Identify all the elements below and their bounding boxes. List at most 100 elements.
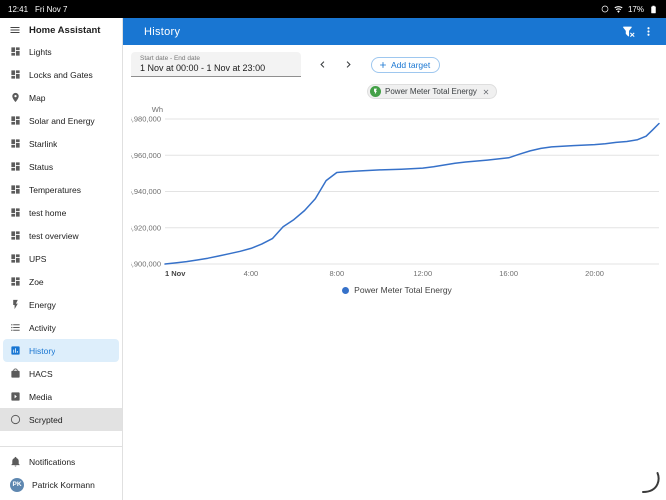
dashboard-icon <box>10 46 21 57</box>
flash-icon <box>10 299 21 310</box>
dashboard-icon <box>10 138 21 149</box>
svg-text:6,940,000: 6,940,000 <box>131 187 161 196</box>
svg-text:20:00: 20:00 <box>585 269 604 278</box>
sidebar-item-label: Solar and Energy <box>29 115 95 126</box>
avatar: PK <box>10 477 24 492</box>
sidebar-item-ups[interactable]: UPS <box>0 247 122 270</box>
sidebar-item-locks-and-gates[interactable]: Locks and Gates <box>0 63 122 86</box>
svg-text:4:00: 4:00 <box>244 269 259 278</box>
battery-icon <box>649 5 658 14</box>
sidebar-item-temperatures[interactable]: Temperatures <box>0 178 122 201</box>
ring-icon <box>10 414 21 425</box>
dashboard-icon <box>10 184 21 195</box>
filter-remove-icon[interactable] <box>618 22 638 42</box>
sidebar-item-activity[interactable]: Activity <box>0 316 122 339</box>
battery-percent: 17% <box>627 4 644 14</box>
sidebar-item-label: Notifications <box>29 456 76 467</box>
sidebar-item-test-overview[interactable]: test overview <box>0 224 122 247</box>
sidebar-footer: Notifications PK Patrick Kormann <box>0 446 122 500</box>
svg-text:16:00: 16:00 <box>499 269 518 278</box>
legend-label: Power Meter Total Energy <box>354 285 452 295</box>
chart-legend[interactable]: Power Meter Total Energy <box>131 285 663 295</box>
clock: 12:41 <box>8 4 29 14</box>
entity-chip[interactable]: Power Meter Total Energy <box>367 84 497 99</box>
sidebar-item-label: Activity <box>29 322 56 333</box>
sidebar-item-label: test overview <box>29 230 79 241</box>
sidebar-item-test-home[interactable]: test home <box>0 201 122 224</box>
chart-wrap: 6,900,000 6,920,000 6,940,000 6,960,000 6,98… <box>131 104 663 295</box>
sidebar-item-energy[interactable]: Energy <box>0 293 122 316</box>
sidebar-item-status[interactable]: Status <box>0 155 122 178</box>
data-saver-icon <box>601 5 609 13</box>
date-range-value: 1 Nov at 00:00 - 1 Nov at 23:00 <box>140 63 266 73</box>
flash-icon <box>370 86 381 97</box>
date-range-picker[interactable]: Start date - End date 1 Nov at 00:00 - 1… <box>131 52 301 77</box>
bell-icon <box>10 456 21 467</box>
chevron-right-icon[interactable] <box>341 58 355 72</box>
map-marker-icon <box>10 92 21 103</box>
sidebar-item-label: History <box>29 345 56 356</box>
bag-icon <box>10 368 21 379</box>
sidebar-item-label: Map <box>29 92 46 103</box>
list-icon <box>10 322 21 333</box>
sidebar-item-label: Scrypted <box>29 414 63 425</box>
dashboard-icon <box>10 253 21 264</box>
entity-chip-row: Power Meter Total Energy <box>367 82 666 100</box>
svg-text:8:00: 8:00 <box>330 269 345 278</box>
history-content: Start date - End date 1 Nov at 00:00 - 1… <box>123 45 666 500</box>
sidebar: Home Assistant Lights Locks and Gates Map S… <box>0 18 123 500</box>
sidebar-item-map[interactable]: Map <box>0 86 122 109</box>
svg-text:6,960,000: 6,960,000 <box>131 151 161 160</box>
dashboard-icon <box>10 69 21 80</box>
svg-text:1 Nov: 1 Nov <box>165 269 186 278</box>
dashboard-icon <box>10 115 21 126</box>
history-chart[interactable]: 6,900,000 6,920,000 6,940,000 6,960,000 6,98… <box>131 104 663 284</box>
chevron-left-icon[interactable] <box>315 58 329 72</box>
sidebar-item-history[interactable]: History <box>3 339 119 362</box>
svg-text:6,900,000: 6,900,000 <box>131 260 161 269</box>
date-nav <box>315 58 355 72</box>
controls-row: Start date - End date 1 Nov at 00:00 - 1… <box>131 52 666 77</box>
sidebar-item-label: Temperatures <box>29 184 81 195</box>
sidebar-item-label: Zoe <box>29 276 44 287</box>
add-target-button[interactable]: Add target <box>371 56 441 73</box>
sidebar-item-label: Locks and Gates <box>29 69 93 80</box>
sidebar-item-label: HACS <box>29 368 53 379</box>
status-date: Fri Nov 7 <box>35 4 68 14</box>
gesture-indicator <box>641 470 663 499</box>
sidebar-item-profile[interactable]: PK Patrick Kormann <box>0 473 122 496</box>
add-target-label: Add target <box>391 59 431 70</box>
sidebar-item-label: Status <box>29 161 54 172</box>
sidebar-item-lights[interactable]: Lights <box>0 40 122 63</box>
wifi-icon <box>614 5 623 14</box>
sidebar-item-scrypted[interactable]: Scrypted <box>0 408 122 431</box>
sidebar-item-label: Media <box>29 391 53 402</box>
sidebar-item-label: UPS <box>29 253 47 264</box>
sidebar-item-solar-and-energy[interactable]: Solar and Energy <box>0 109 122 132</box>
app-bar: History <box>123 18 666 45</box>
overflow-menu-icon[interactable] <box>638 22 658 42</box>
sidebar-item-hacs[interactable]: HACS <box>0 362 122 385</box>
status-bar: 12:41 Fri Nov 7 17% <box>0 0 666 18</box>
svg-text:Wh: Wh <box>152 105 163 114</box>
page-title: History <box>144 25 181 38</box>
svg-text:6,980,000: 6,980,000 <box>131 115 161 124</box>
sidebar-item-media[interactable]: Media <box>0 385 122 408</box>
menu-icon[interactable] <box>9 24 21 36</box>
svg-text:12:00: 12:00 <box>413 269 432 278</box>
dashboard-icon <box>10 276 21 287</box>
chart-box-icon <box>10 345 21 356</box>
tablet-screen: 12:41 Fri Nov 7 17% Home Assistant Light… <box>0 0 666 500</box>
close-icon[interactable] <box>482 88 490 96</box>
play-box-icon <box>10 391 21 402</box>
entity-chip-label: Power Meter Total Energy <box>385 87 477 96</box>
plus-icon <box>378 60 388 70</box>
sidebar-item-notifications[interactable]: Notifications <box>0 450 122 473</box>
legend-dot <box>342 286 350 294</box>
profile-name: Patrick Kormann <box>32 479 95 490</box>
sidebar-header: Home Assistant <box>0 18 122 40</box>
app-title: Home Assistant <box>29 24 101 36</box>
sidebar-item-starlink[interactable]: Starlink <box>0 132 122 155</box>
sidebar-item-zoe[interactable]: Zoe <box>0 270 122 293</box>
svg-text:6,920,000: 6,920,000 <box>131 223 161 232</box>
